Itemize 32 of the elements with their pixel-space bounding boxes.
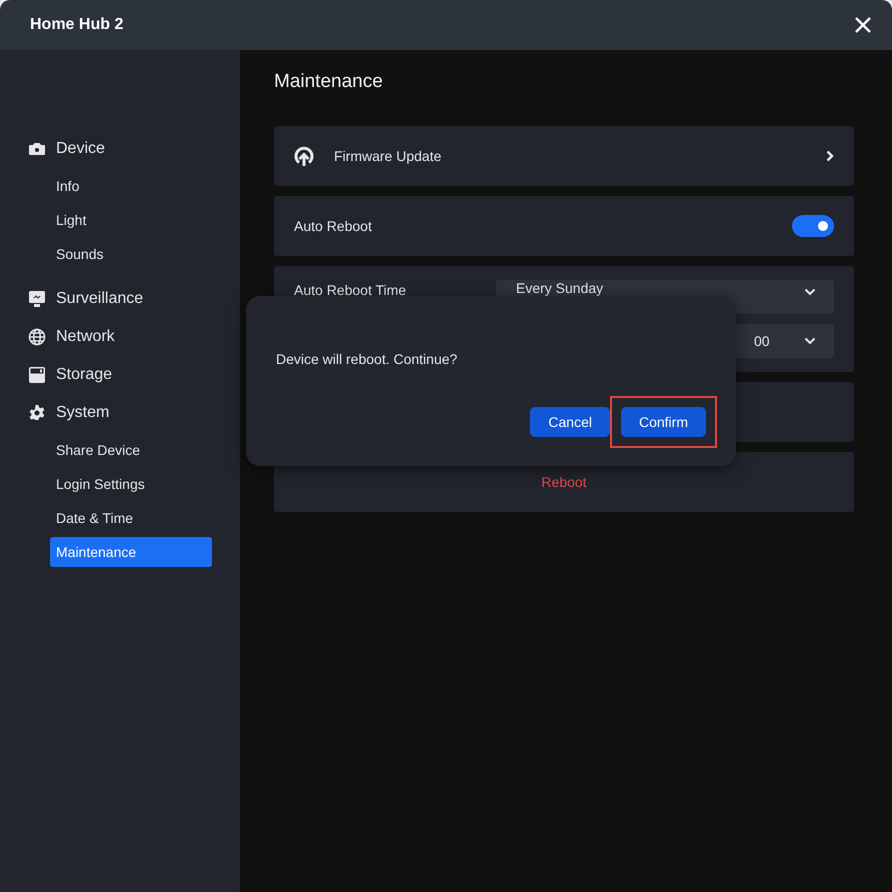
nav-item[interactable]: Maintenance: [50, 537, 212, 567]
upload-icon: [292, 145, 316, 167]
nav-item[interactable]: Share Device: [50, 435, 212, 465]
nav-group[interactable]: Network: [56, 328, 115, 346]
nav-group[interactable]: Surveillance: [56, 290, 144, 308]
toggle-switch[interactable]: [792, 215, 834, 237]
nav-item[interactable]: Login Settings: [50, 469, 212, 499]
chevron-down-icon: [804, 288, 816, 296]
dialog-button[interactable]: Confirm: [620, 407, 706, 437]
row-label: Firmware Update: [334, 148, 442, 164]
firmware-update-row[interactable]: Firmware Update: [274, 126, 854, 186]
storage-icon: [28, 366, 46, 384]
row-label: Auto Reboot Time: [294, 281, 408, 298]
close-icon[interactable]: [854, 16, 872, 34]
nav-item[interactable]: Sounds: [50, 239, 212, 269]
monitor-icon: [28, 290, 46, 308]
chevron-right-icon: [826, 150, 834, 162]
globe-icon: [28, 328, 46, 346]
window-title: Home Hub 2: [30, 16, 124, 34]
settings-icon: [28, 404, 46, 422]
camera-icon: [28, 141, 46, 157]
dialog-button[interactable]: Cancel: [530, 407, 610, 437]
nav-group[interactable]: Device: [56, 140, 105, 158]
nav-item[interactable]: Date & Time: [50, 503, 212, 533]
page-heading: Maintenance: [274, 70, 384, 94]
chevron-down-icon: [804, 337, 816, 345]
nav-item[interactable]: Light: [50, 205, 212, 235]
row-label: Auto Reboot: [294, 218, 373, 234]
nav-item[interactable]: Info: [50, 171, 212, 201]
dialog-message: Device will reboot. Continue?: [276, 351, 458, 369]
nav-group[interactable]: Storage: [56, 366, 112, 384]
nav-group[interactable]: System: [56, 404, 110, 422]
